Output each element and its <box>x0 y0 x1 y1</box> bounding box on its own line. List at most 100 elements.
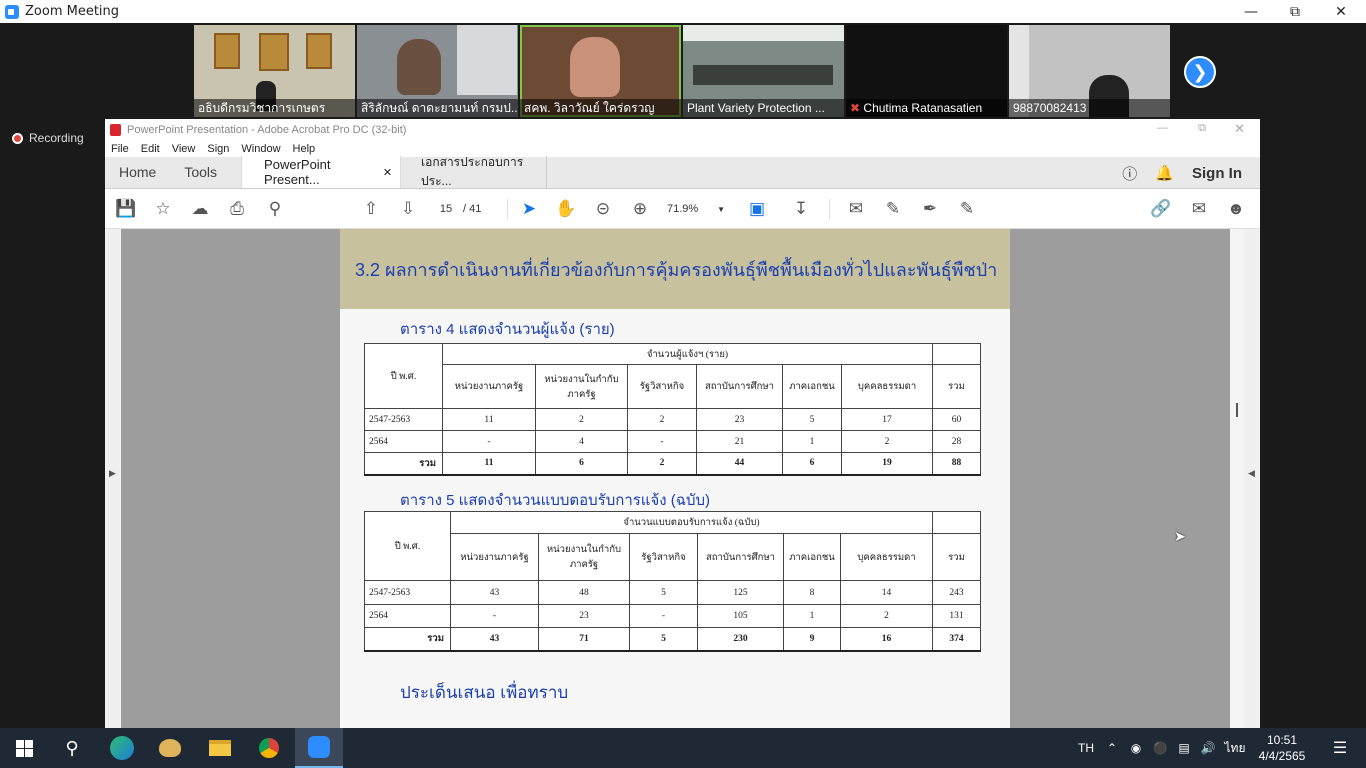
document-viewer[interactable]: ▶ ◀ 3.2 ผลการดำเนินงานที่เกี่ยวข้องกับกา… <box>105 229 1260 728</box>
acr-close-button[interactable]: ✕ <box>1234 121 1245 137</box>
menu-window[interactable]: Window <box>241 143 280 155</box>
tab-bar: Home Tools PowerPoint Present... ✕ เอกสา… <box>105 155 1260 189</box>
search-icon[interactable]: ⚲ <box>263 197 287 221</box>
col-header: รัฐวิสาหกิจ <box>629 533 698 581</box>
table-cell: 2 <box>627 452 697 476</box>
empty-header-cell <box>932 511 981 534</box>
menu-edit[interactable]: Edit <box>141 143 160 155</box>
acr-minimize-button[interactable]: — <box>1157 122 1168 134</box>
stamp-icon[interactable]: ✎ <box>955 197 979 221</box>
menu-bar: File Edit View Sign Window Help <box>105 141 1260 157</box>
add-user-icon[interactable]: ☻ <box>1224 197 1248 221</box>
system-tray: TH ⌃ ◉ ⚫ ▤ 🔊 ไทย 10:51 4/4/2565 ☰ <box>1072 728 1366 768</box>
minimize-button[interactable]: — <box>1228 0 1274 23</box>
tab-document[interactable]: เอกสารประกอบการประ... <box>401 155 548 188</box>
upload-cloud-icon[interactable]: ☁ <box>188 197 212 221</box>
menu-file[interactable]: File <box>111 143 129 155</box>
hand-tool-icon[interactable]: ✋ <box>554 197 578 221</box>
left-panel-toggle[interactable]: ▶ <box>105 229 121 728</box>
chevron-up-icon[interactable]: ⌃ <box>1100 741 1124 755</box>
table-total-row: รวม 43 71 5 230 9 16 374 <box>364 627 981 652</box>
help-icon[interactable]: ⓘ <box>1122 163 1137 184</box>
table5-caption: ตาราง 5 แสดงจำนวนแบบตอบรับการแจ้ง (ฉบับ) <box>400 492 710 509</box>
table-cell: 9 <box>783 627 841 652</box>
microphone-icon[interactable]: ⚫ <box>1148 741 1172 755</box>
next-page-button[interactable]: ❯ <box>1184 56 1216 88</box>
restore-button[interactable]: ⧉ <box>1272 0 1318 23</box>
chrome-icon[interactable] <box>245 728 293 768</box>
tab-document-active[interactable]: PowerPoint Present... ✕ <box>241 156 402 188</box>
print-icon[interactable]: ⎙ <box>225 197 249 221</box>
participant-tile[interactable]: Plant Variety Protection ... <box>683 25 844 117</box>
bookmark-star-icon[interactable]: ☆ <box>151 197 175 221</box>
menu-help[interactable]: Help <box>293 143 316 155</box>
volume-icon[interactable]: 🔊 <box>1196 741 1220 755</box>
email-icon[interactable]: ✉ <box>1187 197 1211 221</box>
table-cell: 8 <box>783 580 841 605</box>
prev-page-icon[interactable]: ⇧ <box>359 197 383 221</box>
start-button[interactable] <box>0 728 48 768</box>
search-icon[interactable]: ⚲ <box>48 728 96 768</box>
menu-view[interactable]: View <box>172 143 196 155</box>
ime-indicator[interactable]: ไทย <box>1220 739 1250 758</box>
participant-tile[interactable]: 98870082413 <box>1009 25 1170 117</box>
fit-page-icon[interactable]: ▣ <box>745 197 769 221</box>
ceiling-lights <box>683 25 844 41</box>
participant-name-row: ✖ Chutima Ratanasatien <box>846 99 1007 117</box>
tab-tools[interactable]: Tools <box>170 156 241 188</box>
notification-bell-icon[interactable]: 🔔 <box>1155 164 1174 182</box>
select-pointer-icon[interactable]: ➤ <box>517 197 541 221</box>
zoom-out-icon[interactable]: ⊝ <box>591 197 615 221</box>
participant-tile-active[interactable]: สคพ. วิลาวัณย์ ใคร่ดรวญ <box>520 25 681 117</box>
clock-date: 4/4/2565 <box>1258 749 1306 763</box>
zoom-in-icon[interactable]: ⊕ <box>628 197 652 221</box>
highlight-pen-icon[interactable]: ✎ <box>881 197 905 221</box>
sign-in-button[interactable]: Sign In <box>1192 165 1242 182</box>
zoom-taskbar-icon[interactable] <box>295 728 343 768</box>
close-tab-icon[interactable]: ✕ <box>383 166 392 179</box>
col-header: หน่วยงานในกำกับภาครัฐ <box>535 364 628 409</box>
participant-name: อธิบดีกรมวิชาการเกษตร <box>194 99 355 117</box>
close-button[interactable]: ✕ <box>1318 0 1364 23</box>
participant-tile[interactable]: อธิบดีกรมวิชาการเกษตร <box>194 25 355 117</box>
notification-center-icon[interactable]: ☰ <box>1314 738 1366 758</box>
table-cell: 14 <box>840 580 933 605</box>
network-icon[interactable]: ▤ <box>1172 741 1196 755</box>
col-header: สถาบันการศึกษา <box>697 533 784 581</box>
table-cell: 2 <box>841 430 933 453</box>
table-cell: 23 <box>696 408 783 431</box>
table-cell: 21 <box>696 430 783 453</box>
year-header: ปี พ.ศ. <box>364 511 451 581</box>
clock[interactable]: 10:51 4/4/2565 <box>1250 732 1314 764</box>
table-cell: 16 <box>840 627 933 652</box>
participant-tile[interactable]: สิริลักษณ์ ดาดะยามนท์ กรมป... <box>357 25 518 117</box>
page-number-input[interactable]: 15 <box>431 198 461 220</box>
col-header: บุคคลธรรมดา <box>840 533 933 581</box>
col-header: บุคคลธรรมดา <box>841 364 933 409</box>
table-cell: 5 <box>629 627 698 652</box>
edge-browser-icon[interactable] <box>98 728 146 768</box>
scrollbar-thumb[interactable] <box>1236 403 1238 417</box>
participant-name: Plant Variety Protection ... <box>683 99 844 117</box>
acr-restore-button[interactable]: ⧉ <box>1198 122 1206 135</box>
save-icon[interactable]: 💾 <box>114 197 138 221</box>
vertical-scrollbar[interactable] <box>1230 229 1244 728</box>
paint-app-icon[interactable] <box>146 728 194 768</box>
file-explorer-icon[interactable] <box>196 728 244 768</box>
language-indicator[interactable]: TH <box>1072 741 1100 755</box>
link-icon[interactable]: 🔗 <box>1149 197 1173 221</box>
next-page-icon[interactable]: ⇩ <box>396 197 420 221</box>
table-cell: 43 <box>450 627 539 652</box>
scroll-mode-icon[interactable]: ↧ <box>789 197 813 221</box>
comment-icon[interactable]: ✉ <box>844 197 868 221</box>
zoom-level-value: 71.9% <box>667 203 699 215</box>
menu-sign[interactable]: Sign <box>207 143 229 155</box>
right-panel-toggle[interactable]: ◀ <box>1244 229 1260 728</box>
table-cell: 2 <box>627 408 697 431</box>
table-cell: - <box>442 430 536 453</box>
zoom-level-select[interactable]: 71.9% ▼ <box>667 198 725 220</box>
meet-now-icon[interactable]: ◉ <box>1124 741 1148 755</box>
participant-tile[interactable]: ✖ Chutima Ratanasatien <box>846 25 1007 117</box>
tab-home[interactable]: Home <box>105 156 170 188</box>
draw-icon[interactable]: ✒ <box>918 197 942 221</box>
